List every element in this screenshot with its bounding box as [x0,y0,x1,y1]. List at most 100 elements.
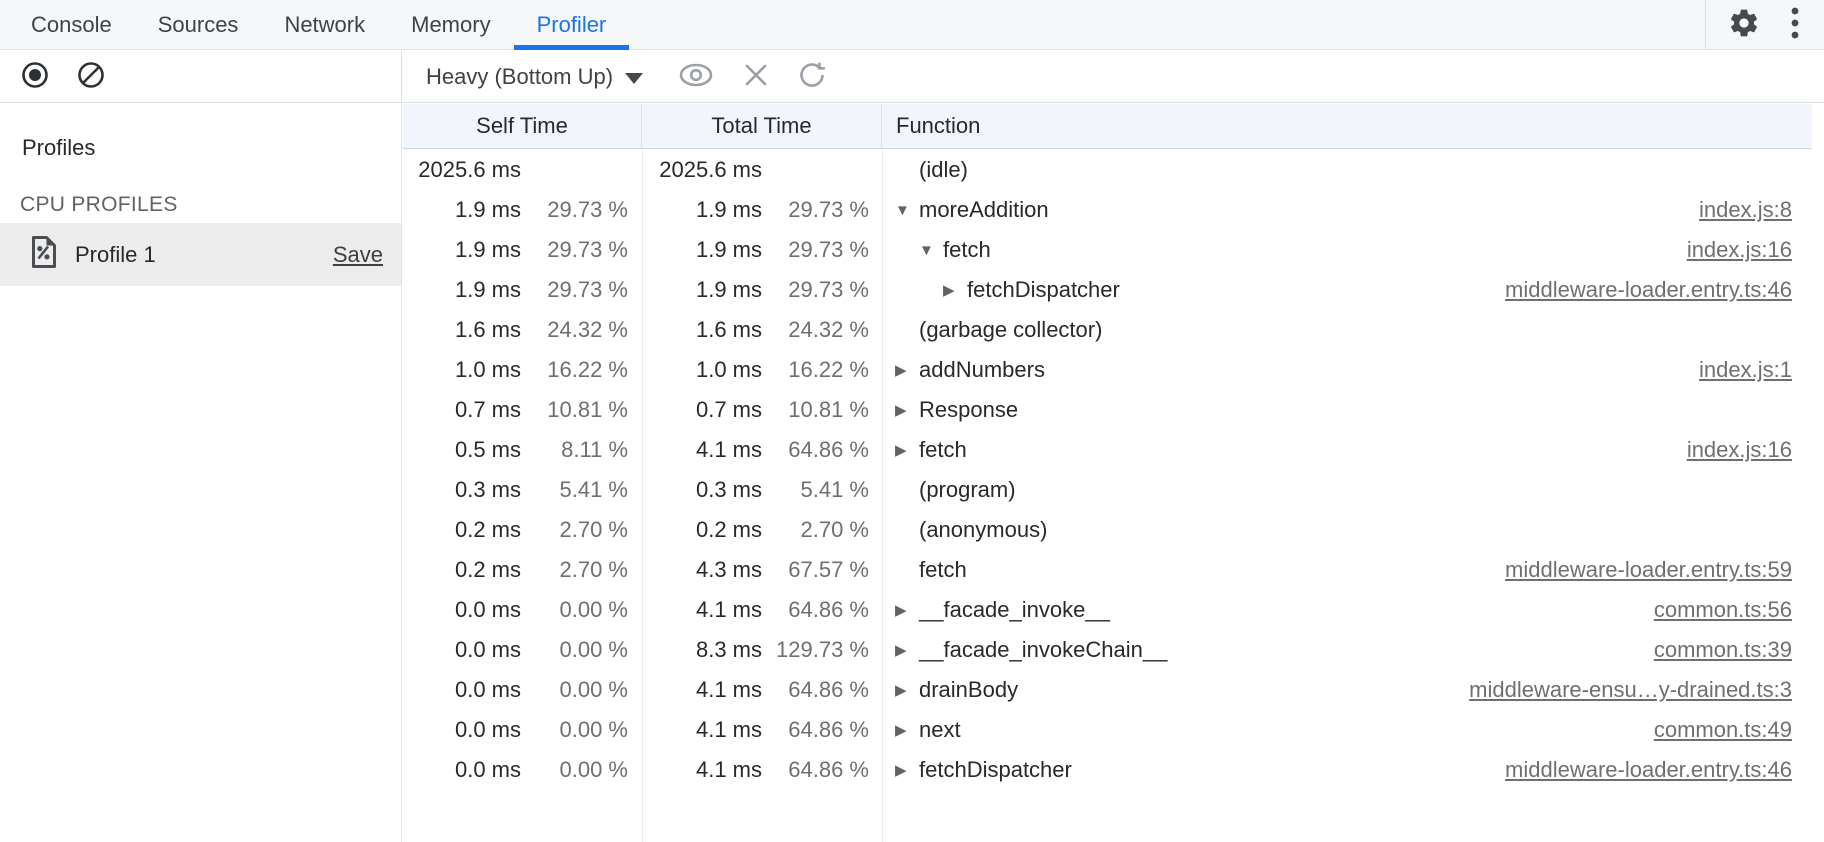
self-time-cell: 0.0 ms0.00 % [403,677,642,703]
total-time-value: 4.3 ms [642,557,762,583]
source-link[interactable]: index.js:16 [1687,237,1792,263]
cpu-profiles-section-label: CPU PROFILES [20,193,178,217]
self-time-cell: 1.9 ms29.73 % [403,237,642,263]
source-link[interactable]: common.ts:56 [1654,597,1792,623]
table-row[interactable]: 0.0 ms0.00 %4.1 ms64.86 %▶drainBodymiddl… [403,670,1812,710]
total-time-cell: 1.9 ms29.73 % [642,197,882,223]
save-profile-link[interactable]: Save [333,242,383,268]
self-time-percent: 5.41 % [521,477,642,503]
total-time-value: 8.3 ms [642,637,762,663]
disclosure-collapsed-icon[interactable]: ▶ [895,721,919,739]
function-cell: ▶__facade_invoke__ common.ts:56 [882,590,1812,630]
sidebar-item-profile-1[interactable]: Profile 1 Save [0,223,401,286]
table-row[interactable]: 0.0 ms0.00 %4.1 ms64.86 %▶__facade_invok… [403,590,1812,630]
disclosure-expanded-icon[interactable]: ▼ [919,242,943,259]
table-row[interactable]: 1.9 ms29.73 %1.9 ms29.73 %▶fetchDispatch… [403,270,1812,310]
self-time-cell: 0.2 ms2.70 % [403,557,642,583]
exclude-function-button[interactable] [743,62,769,91]
function-name: __facade_invoke__ [919,597,1110,623]
profile-table-header: Self Time Total Time Function [403,104,1812,149]
source-link[interactable]: index.js:16 [1687,437,1792,463]
self-time-percent: 29.73 % [521,197,642,223]
clear-profiles-button[interactable] [76,60,106,93]
function-cell: ▼fetchindex.js:16 [882,230,1812,270]
table-row[interactable]: 0.5 ms8.11 %4.1 ms64.86 %▶fetchindex.js:… [403,430,1812,470]
self-time-cell: 0.2 ms2.70 % [403,517,642,543]
source-link[interactable]: middleware-loader.entry.ts:46 [1505,277,1792,303]
clear-icon [76,60,106,93]
disclosure-collapsed-icon[interactable]: ▶ [895,441,919,459]
source-link[interactable]: middleware-loader.entry.ts:59 [1505,557,1792,583]
total-time-value: 0.7 ms [642,397,762,423]
tab-memory[interactable]: Memory [388,0,513,49]
devtools-window: Console Sources Network Memory Profiler [0,0,1824,842]
total-time-value: 1.0 ms [642,357,762,383]
profile-view-label: Heavy (Bottom Up) [426,64,613,90]
column-header-total-time[interactable]: Total Time [642,104,882,148]
self-time-value: 0.0 ms [403,757,521,783]
focus-function-button[interactable] [677,61,715,92]
self-time-percent: 16.22 % [521,357,642,383]
function-cell: ▶addNumbersindex.js:1 [882,350,1812,390]
disclosure-collapsed-icon[interactable]: ▶ [895,361,919,379]
tab-sources[interactable]: Sources [135,0,262,49]
self-time-cell: 0.0 ms0.00 % [403,757,642,783]
tab-network[interactable]: Network [261,0,388,49]
total-time-cell: 1.9 ms29.73 % [642,277,882,303]
profile-view-select[interactable]: Heavy (Bottom Up) [420,63,649,91]
table-row[interactable]: 1.0 ms16.22 %1.0 ms16.22 %▶addNumbersind… [403,350,1812,390]
total-time-percent: 129.73 % [762,637,882,663]
table-row[interactable]: 0.0 ms0.00 %8.3 ms129.73 %▶__facade_invo… [403,630,1812,670]
self-time-value: 1.9 ms [403,197,521,223]
total-time-cell: 0.3 ms5.41 % [642,477,882,503]
function-cell: (garbage collector) [882,310,1812,350]
table-row[interactable]: 0.0 ms0.00 %4.1 ms64.86 %▶nextcommon.ts:… [403,710,1812,750]
function-cell: ▶nextcommon.ts:49 [882,710,1812,750]
restore-functions-button[interactable] [797,60,827,93]
table-row[interactable]: 0.2 ms2.70 %4.3 ms67.57 %fetchmiddleware… [403,550,1812,590]
more-options-button[interactable] [1790,6,1800,43]
settings-button[interactable] [1728,7,1760,42]
table-row[interactable]: 0.2 ms2.70 %0.2 ms2.70 %(anonymous) [403,510,1812,550]
disclosure-collapsed-icon[interactable]: ▶ [895,401,919,419]
function-cell: (idle) [882,150,1812,190]
table-row[interactable]: 2025.6 ms2025.6 ms(idle) [403,150,1812,190]
source-link[interactable]: middleware-ensu…y-drained.ts:3 [1469,677,1792,703]
record-profile-button[interactable] [20,60,50,93]
profiler-toolbar: Heavy (Bottom Up) [0,51,1824,103]
profile-table-body: 2025.6 ms2025.6 ms(idle)1.9 ms29.73 %1.9… [403,150,1812,842]
total-time-cell: 2025.6 ms [642,157,882,183]
disclosure-collapsed-icon[interactable]: ▶ [943,281,967,299]
total-time-cell: 4.1 ms64.86 % [642,757,882,783]
source-link[interactable]: index.js:8 [1699,197,1792,223]
profiler-toolbar-left [0,51,402,102]
disclosure-collapsed-icon[interactable]: ▶ [895,601,919,619]
source-link[interactable]: middleware-loader.entry.ts:46 [1505,757,1792,783]
total-time-cell: 4.1 ms64.86 % [642,437,882,463]
disclosure-collapsed-icon[interactable]: ▶ [895,761,919,779]
disclosure-expanded-icon[interactable]: ▼ [895,202,919,219]
self-time-cell: 0.5 ms8.11 % [403,437,642,463]
tab-console[interactable]: Console [8,0,135,49]
source-link[interactable]: index.js:1 [1699,357,1792,383]
total-time-value: 4.1 ms [642,597,762,623]
function-name: __facade_invokeChain__ [919,637,1167,663]
table-row[interactable]: 1.9 ms29.73 %1.9 ms29.73 %▼moreAdditioni… [403,190,1812,230]
column-header-self-time[interactable]: Self Time [403,104,642,148]
table-row[interactable]: 1.9 ms29.73 %1.9 ms29.73 %▼fetchindex.js… [403,230,1812,270]
tab-profiler[interactable]: Profiler [514,0,630,49]
source-link[interactable]: common.ts:49 [1654,717,1792,743]
total-time-percent: 29.73 % [762,277,882,303]
table-row[interactable]: 0.7 ms10.81 %0.7 ms10.81 %▶Response [403,390,1812,430]
self-time-percent: 0.00 % [521,637,642,663]
table-row[interactable]: 1.6 ms24.32 %1.6 ms24.32 %(garbage colle… [403,310,1812,350]
total-time-cell: 4.1 ms64.86 % [642,677,882,703]
disclosure-collapsed-icon[interactable]: ▶ [895,641,919,659]
chevron-down-icon [625,73,643,84]
function-name: Response [919,397,1018,423]
table-row[interactable]: 0.0 ms0.00 %4.1 ms64.86 %▶fetchDispatche… [403,750,1812,790]
table-row[interactable]: 0.3 ms5.41 %0.3 ms5.41 %(program) [403,470,1812,510]
column-header-function[interactable]: Function [882,104,1812,148]
source-link[interactable]: common.ts:39 [1654,637,1792,663]
disclosure-collapsed-icon[interactable]: ▶ [895,681,919,699]
